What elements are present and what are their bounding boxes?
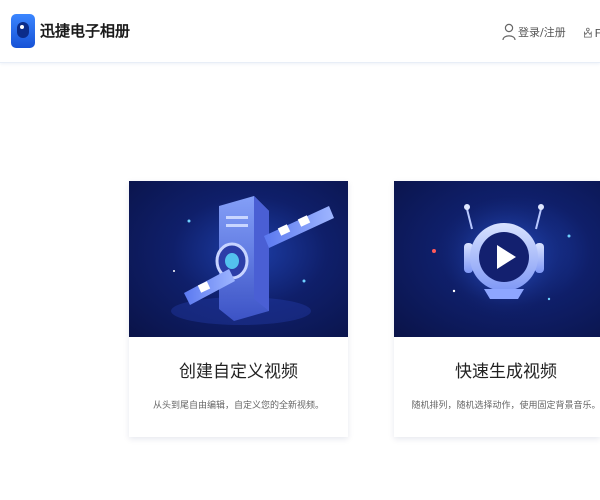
vip-crown-icon [584, 27, 592, 38]
login-register-label: 登录/注册 [518, 26, 566, 39]
app-logo-icon[interactable] [11, 14, 35, 48]
play-robot-illustration [394, 181, 600, 337]
card-title: 创建自定义视频 [179, 362, 298, 382]
card-title: 快速生成视频 [455, 362, 557, 382]
card-description: 从头到尾自由编辑，自定义您的全新视频。 [152, 401, 324, 411]
user-icon [502, 23, 516, 41]
login-register-link[interactable]: 登录/注册 [502, 22, 566, 42]
film-projector-illustration [129, 181, 348, 337]
vip-label: F [594, 26, 600, 40]
top-header: 迅捷电子相册 登录/注册 F [0, 0, 600, 63]
quick-generate-video-card[interactable]: 快速生成视频 随机排列，随机选择动作，使用固定背景音乐。 [394, 181, 600, 437]
create-custom-video-card[interactable]: 创建自定义视频 从头到尾自由编辑，自定义您的全新视频。 [129, 181, 348, 437]
card-description: 随机排列，随机选择动作，使用固定背景音乐。 [411, 401, 600, 411]
app-brand-name[interactable]: 迅捷电子相册 [40, 20, 130, 41]
vip-link[interactable]: F [583, 24, 600, 42]
